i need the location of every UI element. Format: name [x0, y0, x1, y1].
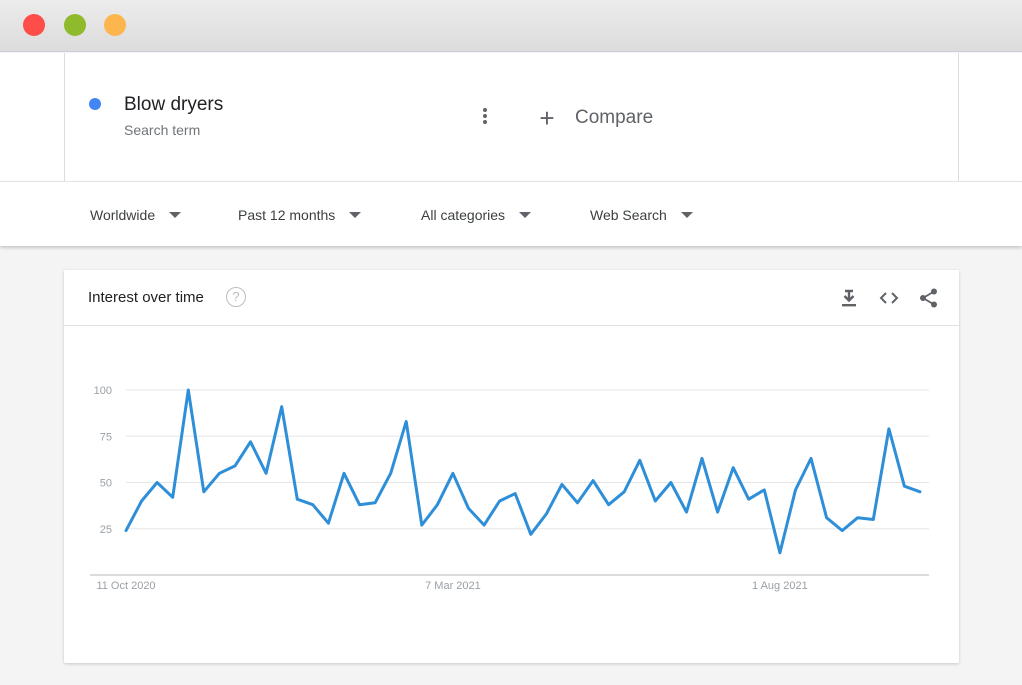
filter-bar: Worldwide Past 12 months All categories …	[0, 181, 1022, 246]
interest-over-time-chart: 25 50 75 100 11 Oct 2020 7 Mar 2021 1 Aug 2021	[90, 385, 929, 592]
data-point	[699, 455, 705, 461]
y-tick-label: 75	[100, 431, 112, 443]
chevron-down-icon	[349, 211, 362, 218]
data-point	[139, 498, 145, 504]
data-point	[886, 426, 892, 432]
embed-code-icon[interactable]	[878, 287, 900, 309]
data-point	[294, 496, 300, 502]
chevron-down-icon	[169, 211, 182, 218]
data-point	[574, 500, 580, 506]
data-point	[263, 470, 269, 476]
term-card: Blow dryers Search term + Compare	[64, 53, 959, 181]
data-point	[279, 404, 285, 410]
category-dropdown[interactable]: All categories	[421, 182, 532, 247]
minimize-window-button[interactable]	[64, 14, 86, 36]
data-point	[466, 505, 472, 511]
data-point	[746, 496, 752, 502]
time-range-dropdown[interactable]: Past 12 months	[238, 182, 362, 247]
data-point	[388, 470, 394, 476]
help-icon[interactable]: ?	[226, 287, 246, 307]
data-point	[232, 463, 238, 469]
data-point	[325, 520, 331, 526]
data-point	[855, 515, 861, 521]
time-range-label: Past 12 months	[238, 206, 336, 223]
data-point	[637, 457, 643, 463]
category-label: All categories	[421, 206, 506, 223]
data-point	[839, 528, 845, 534]
data-point	[185, 387, 191, 393]
data-point	[170, 494, 176, 500]
data-point	[123, 528, 129, 534]
term-color-dot	[89, 98, 101, 110]
data-point	[341, 470, 347, 476]
data-point	[372, 500, 378, 506]
chevron-down-icon	[680, 211, 693, 218]
x-tick-label: 7 Mar 2021	[425, 580, 481, 592]
data-point	[543, 511, 549, 517]
data-point	[590, 478, 596, 484]
more-vert-icon[interactable]	[475, 105, 495, 127]
plus-icon: +	[539, 103, 555, 133]
data-point	[652, 498, 658, 504]
data-point	[777, 550, 783, 556]
y-tick-label: 50	[100, 478, 112, 490]
download-icon[interactable]	[838, 287, 860, 309]
data-point	[512, 491, 518, 497]
data-point	[559, 481, 565, 487]
data-point	[357, 502, 363, 508]
data-point	[606, 502, 612, 508]
data-point	[481, 522, 487, 528]
term-header: Blow dryers Search term + Compare	[0, 53, 1022, 181]
data-point	[248, 439, 254, 445]
card-header: Interest over time ?	[64, 270, 959, 326]
share-icon[interactable]	[918, 287, 940, 309]
data-point	[201, 489, 207, 495]
term-subtitle: Search term	[124, 122, 201, 138]
x-tick-label: 11 Oct 2020	[96, 580, 155, 592]
data-point	[310, 502, 316, 508]
compare-label: Compare	[575, 107, 654, 128]
data-point	[792, 487, 798, 493]
data-point	[808, 455, 814, 461]
data-point	[730, 465, 736, 471]
data-point	[683, 509, 689, 515]
data-point	[668, 480, 674, 486]
compare-button[interactable]: + Compare	[535, 105, 653, 131]
data-point	[870, 517, 876, 523]
data-point	[621, 489, 627, 495]
search-type-label: Web Search	[590, 206, 667, 223]
zoom-window-button[interactable]	[104, 14, 126, 36]
x-tick-label: 1 Aug 2021	[752, 580, 808, 592]
data-point	[403, 418, 409, 424]
search-type-dropdown[interactable]: Web Search	[590, 182, 693, 247]
data-point	[528, 531, 534, 537]
data-point	[715, 509, 721, 515]
data-point	[761, 487, 767, 493]
card-title: Interest over time	[88, 289, 204, 306]
data-point	[824, 515, 830, 521]
close-window-button[interactable]	[23, 14, 45, 36]
data-point	[434, 502, 440, 508]
data-point	[154, 480, 160, 486]
window-titlebar	[0, 0, 1022, 52]
data-point	[901, 483, 907, 489]
data-point	[216, 470, 222, 476]
chevron-down-icon	[519, 211, 532, 218]
data-point	[917, 489, 923, 495]
y-tick-label: 25	[100, 524, 112, 536]
term-name[interactable]: Blow dryers	[124, 94, 223, 116]
y-tick-label: 100	[94, 385, 112, 397]
interest-over-time-card: Interest over time ? 25 50 75 100 11 Oct 202…	[64, 270, 959, 663]
region-label: Worldwide	[90, 206, 156, 223]
data-point	[450, 470, 456, 476]
data-point	[419, 522, 425, 528]
region-dropdown[interactable]: Worldwide	[90, 182, 182, 247]
data-point	[497, 498, 503, 504]
